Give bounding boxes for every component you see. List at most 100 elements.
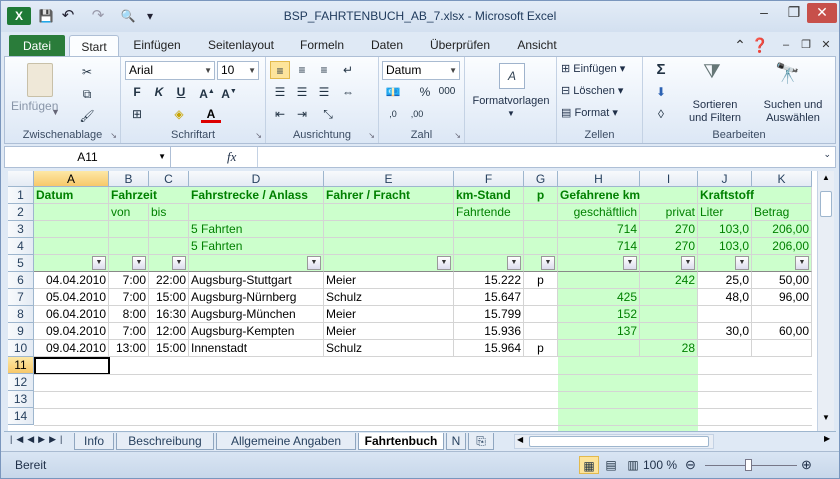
cell-a4[interactable] [34,238,109,255]
decrease-decimal-icon[interactable]: ,00 [407,105,427,123]
filter-dropdown-icon[interactable]: ▼ [507,256,521,270]
cell-e3[interactable] [324,221,454,238]
row-header-3[interactable]: 3 [8,221,34,238]
sheet-tab-info[interactable]: Info [74,433,114,450]
cell-g2[interactable] [524,204,558,221]
percent-button[interactable]: % [415,83,435,101]
page-break-view-icon[interactable]: ▥ [623,456,643,474]
cell-b3[interactable] [109,221,149,238]
align-left-icon[interactable]: ☰ [270,83,290,101]
select-all-corner[interactable] [8,171,34,187]
increase-decimal-icon[interactable]: ,0 [383,105,403,123]
row-header-8[interactable]: 8 [8,306,34,323]
cell-b5[interactable]: ▼ [109,255,149,272]
cell-f5[interactable]: ▼ [454,255,524,272]
cell-g1[interactable]: p [524,187,558,204]
grow-font-icon[interactable]: A▲ [197,83,217,101]
align-center-icon[interactable]: ☰ [292,83,312,101]
table-cell[interactable] [752,340,812,357]
filter-dropdown-icon[interactable]: ▼ [172,256,186,270]
column-header-c[interactable]: C [149,171,189,187]
cell-k2[interactable]: Betrag [752,204,812,221]
tab-data[interactable]: Daten [361,38,413,57]
cell-f1[interactable]: km-Stand [454,187,524,204]
zoom-level[interactable]: 100 % [643,458,677,472]
table-cell[interactable]: 28 [640,340,698,357]
cell-e4[interactable] [324,238,454,255]
table-cell[interactable]: Augsburg-Kempten [189,323,324,340]
column-header-j[interactable]: J [698,171,752,187]
cell-a2[interactable] [34,204,109,221]
filter-dropdown-icon[interactable]: ▼ [623,256,637,270]
insert-function-icon[interactable]: fx [227,149,236,165]
cell-d3[interactable]: 5 Fahrten [189,221,324,238]
cell-j2[interactable]: Liter [698,204,752,221]
cell-i4[interactable]: 270 [640,238,698,255]
tab-view[interactable]: Ansicht [507,38,567,57]
table-cell[interactable]: 09.04.2010 [34,323,109,340]
cut-icon[interactable]: ✂ [77,63,97,81]
row-header-7[interactable]: 7 [8,289,34,306]
table-cell[interactable]: 15.799 [454,306,524,323]
cell-g4[interactable] [524,238,558,255]
bold-button[interactable]: F [127,83,147,101]
filter-dropdown-icon[interactable]: ▼ [437,256,451,270]
table-cell[interactable]: Innenstadt [189,340,324,357]
orientation-icon[interactable]: ⤡ [318,105,338,123]
insert-cells-button[interactable]: ⊞ Einfügen ▾ [561,62,625,75]
delete-cells-button[interactable]: ⊟ Löschen ▾ [561,84,623,97]
minimize-icon[interactable]: – [749,3,779,23]
cell-i2[interactable]: privat [640,204,698,221]
row-header-11[interactable]: 11 [8,357,34,374]
sheet-tab-next[interactable]: N [446,433,466,450]
cell-h3[interactable]: 714 [558,221,640,238]
merge-center-icon[interactable]: ⇔ [338,83,358,101]
table-cell[interactable]: 60,00 [752,323,812,340]
new-sheet-icon[interactable]: ⎘ [468,433,494,450]
cell-e1[interactable]: Fahrer / Fracht [324,187,454,204]
cell-b4[interactable] [109,238,149,255]
table-cell[interactable] [558,340,640,357]
column-header-a[interactable]: A [34,171,109,187]
cell-j5[interactable]: ▼ [698,255,752,272]
expand-formula-icon[interactable]: ⌄ [823,149,831,160]
wrap-text-icon[interactable]: ↵ [338,61,358,79]
cell-f3[interactable] [454,221,524,238]
table-cell[interactable]: 22:00 [149,272,189,289]
table-cell[interactable] [698,340,752,357]
filter-dropdown-icon[interactable]: ▼ [307,256,321,270]
tab-start[interactable]: Start [69,35,119,57]
fill-icon[interactable]: ⬇ [651,83,671,101]
align-top-icon[interactable]: ≡ [270,61,290,79]
clipboard-launcher-icon[interactable]: ↘ [110,131,117,140]
font-launcher-icon[interactable]: ↘ [255,131,262,140]
table-cell[interactable] [524,289,558,306]
cell-j3[interactable]: 103,0 [698,221,752,238]
table-cell[interactable]: Schulz [324,340,454,357]
cell-h2[interactable]: geschäftlich [558,204,640,221]
cell-d1[interactable]: Fahrstrecke / Anlass [189,187,324,204]
cell-k3[interactable]: 206,00 [752,221,812,238]
scroll-up-icon[interactable]: ▲ [819,173,833,187]
format-painter-icon[interactable]: 🖌 [77,107,97,125]
font-size-select[interactable]: 10 ▼ [217,61,259,80]
h-scroll-thumb[interactable] [529,436,709,447]
name-box[interactable]: A11 ▼ [5,147,171,167]
cell-e2[interactable] [324,204,454,221]
vertical-scrollbar[interactable]: ▲ ▼ [817,171,834,431]
table-cell[interactable]: Augsburg-München [189,306,324,323]
align-right-icon[interactable]: ☰ [314,83,334,101]
table-cell[interactable] [698,306,752,323]
table-cell[interactable]: 7:00 [109,289,149,306]
restore-icon[interactable]: ❐ [779,3,809,23]
row-header-2[interactable]: 2 [8,204,34,221]
table-cell[interactable] [640,306,698,323]
number-format-select[interactable]: Datum ▼ [382,61,460,80]
fill-color-icon[interactable]: ◈ [169,105,189,123]
row-header-13[interactable]: 13 [8,391,34,408]
row-header-5[interactable]: 5 [8,255,34,272]
cell-d2[interactable] [189,204,324,221]
zoom-slider-thumb[interactable] [745,459,752,471]
table-cell[interactable]: 16:30 [149,306,189,323]
tab-formulas[interactable]: Formeln [291,38,353,57]
